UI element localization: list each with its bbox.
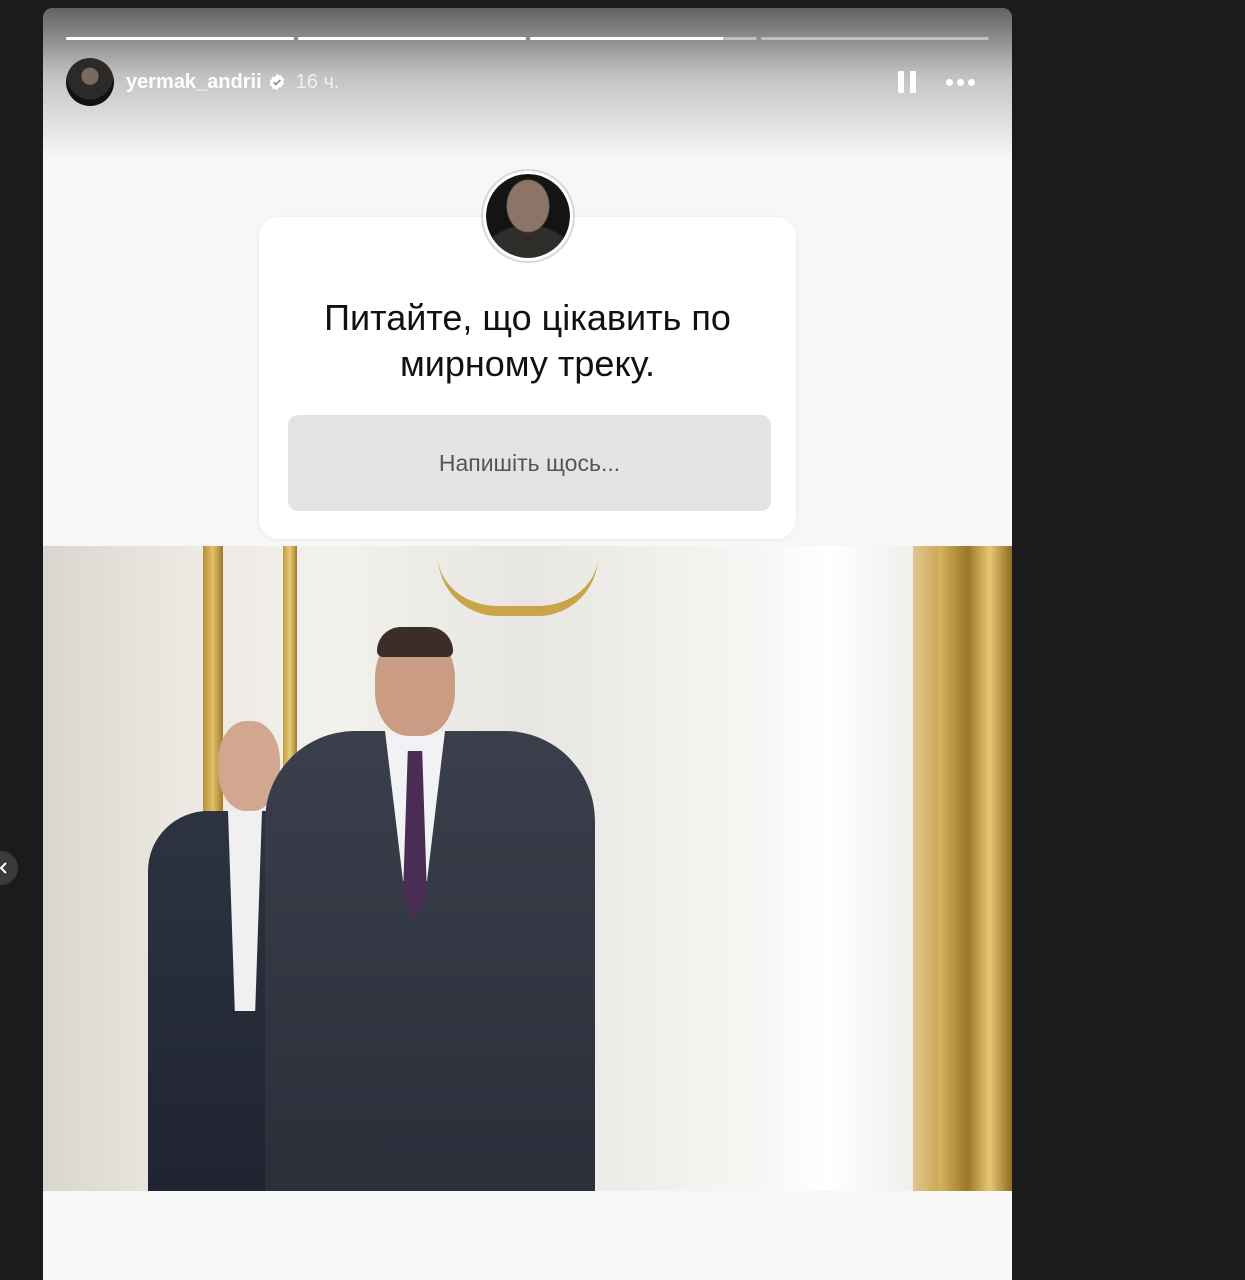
- answer-input[interactable]: [288, 415, 771, 511]
- story-header: yermak_andrii 16 ч.: [66, 58, 989, 106]
- avatar[interactable]: [66, 58, 114, 106]
- story-progress-bar: [66, 37, 989, 40]
- progress-segment: [529, 37, 758, 40]
- more-horizontal-icon[interactable]: [946, 78, 975, 86]
- chevron-left-icon[interactable]: [0, 851, 18, 885]
- question-sticker: Питайте, що цікавить по мирному треку.: [259, 217, 796, 539]
- verified-badge-icon: [268, 73, 286, 91]
- question-text: Питайте, що цікавить по мирному треку.: [324, 297, 731, 384]
- person-foreground: [265, 627, 595, 1191]
- post-time: 16 ч.: [295, 70, 340, 93]
- story-photo: [43, 546, 1012, 1191]
- sticker-avatar: [483, 171, 573, 261]
- white-curtain: [743, 546, 913, 1191]
- username[interactable]: yermak_andrii: [126, 71, 262, 94]
- gold-sconce: [438, 546, 598, 616]
- pause-icon[interactable]: [898, 71, 916, 93]
- story-viewer: yermak_andrii 16 ч. Питайте, що цікавить…: [43, 8, 1012, 1280]
- progress-segment: [761, 37, 989, 40]
- gilded-frame-right: [938, 546, 1012, 1191]
- progress-segment: [297, 37, 526, 40]
- progress-segment: [66, 37, 294, 40]
